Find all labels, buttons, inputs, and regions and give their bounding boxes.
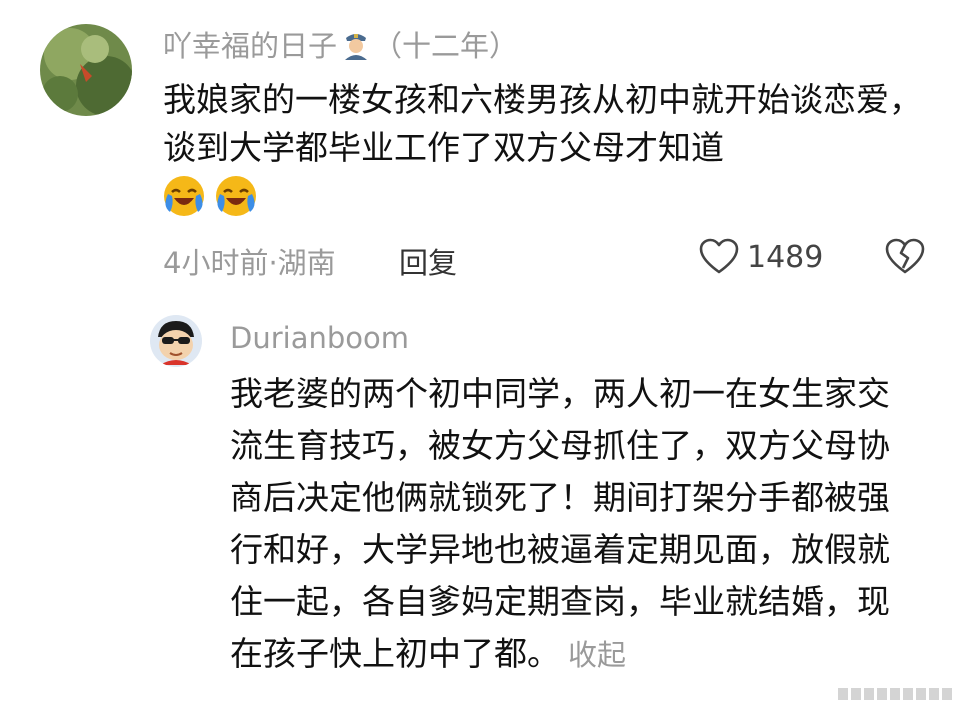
comment-timestamp: 4小时前·湖南 — [163, 240, 336, 282]
replier-avatar-image — [150, 315, 202, 367]
commenter-username[interactable]: 吖幸福的日子 — [163, 23, 337, 65]
replier-username[interactable]: Durianboom — [230, 318, 409, 358]
comment-meta-row: 4小时前·湖南 回复 1489 — [163, 238, 933, 280]
reply-text: 我老婆的两个初中同学，两人初一在女生家交流生育技巧，被女方父母抓住了，双方父母协… — [230, 368, 910, 681]
comment-text: 我娘家的一楼女孩和六楼男孩从初中就开始谈恋爱，谈到大学都毕业工作了双方父母才知道 — [163, 80, 922, 167]
like-count: 1489 — [747, 239, 824, 275]
dislike-button[interactable] — [885, 238, 925, 280]
commenter-avatar[interactable] — [40, 24, 132, 116]
commenter-avatar-image — [40, 24, 132, 116]
collapse-button[interactable]: 收起 — [568, 638, 626, 672]
comment-time: 4小时前 — [163, 246, 269, 280]
watermark — [838, 684, 956, 704]
reply-button[interactable]: 回复 — [399, 240, 457, 282]
replier-avatar[interactable] — [150, 315, 202, 367]
meta-separator: · — [268, 246, 278, 280]
police-badge-icon — [341, 28, 371, 60]
commenter-tenure-tag: （十二年） — [373, 29, 519, 63]
broken-heart-icon — [885, 238, 925, 276]
laughing-crying-emoji-icon — [160, 172, 208, 220]
commenter-header: 吖幸福的日子 （十二年） — [163, 24, 518, 64]
comment-location: 湖南 — [277, 246, 336, 280]
laughing-crying-emoji-icon — [212, 172, 260, 220]
reply-body: 我老婆的两个初中同学，两人初一在女生家交流生育技巧，被女方父母抓住了，双方父母协… — [230, 374, 890, 673]
comment-emoji-row — [160, 172, 260, 220]
watermark-image — [838, 688, 952, 700]
heart-outline-icon — [699, 238, 739, 276]
like-button[interactable]: 1489 — [699, 238, 823, 276]
